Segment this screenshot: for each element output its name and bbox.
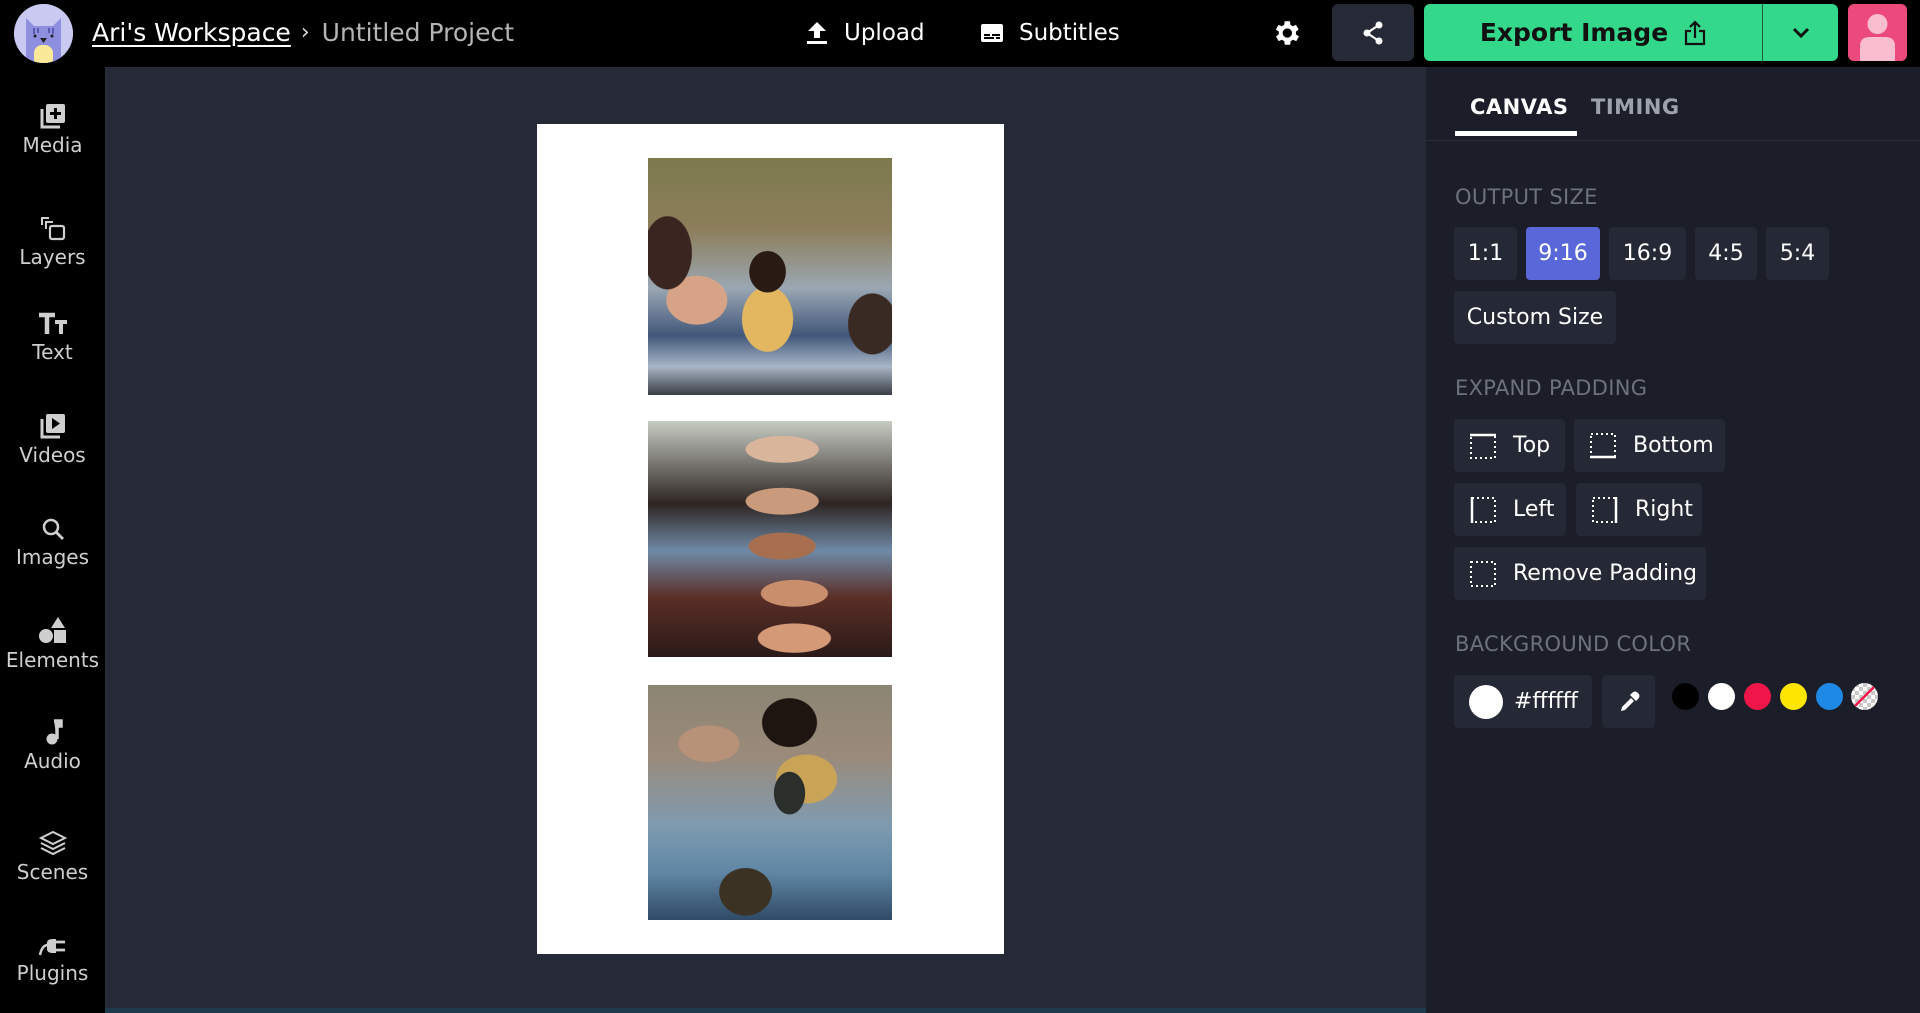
user-avatar[interactable] (1848, 4, 1907, 61)
output-size-label: OUTPUT SIZE (1455, 185, 1598, 209)
subtitles-label: Subtitles (1019, 20, 1120, 46)
sidebar-item-label: Elements (5, 648, 100, 672)
canvas-photo-1[interactable] (648, 158, 892, 395)
pad-top-label: Top (1513, 433, 1551, 458)
sidebar-item-layers[interactable]: Layers (0, 202, 105, 282)
panel-tabs: CANVAS TIMING (1426, 67, 1920, 141)
padding-none-icon (1470, 560, 1496, 587)
shapes-icon (38, 617, 66, 643)
remove-padding-label: Remove Padding (1513, 561, 1697, 586)
sidebar-item-label: Layers (19, 245, 86, 269)
export-share-icon (1685, 19, 1706, 45)
stack-icon (38, 830, 67, 856)
left-sidebar: Media Layers Text Videos Images Elements… (0, 67, 105, 1013)
tab-canvas[interactable]: CANVAS (1470, 95, 1568, 119)
pad-bottom-label: Bottom (1633, 433, 1714, 458)
share-button[interactable] (1332, 4, 1414, 61)
gear-icon (1275, 21, 1299, 45)
user-icon (1860, 14, 1895, 61)
upload-icon (807, 22, 827, 44)
export-label: Export Image (1479, 18, 1669, 47)
sidebar-item-label: Videos (19, 443, 86, 467)
sidebar-item-audio[interactable]: Audio (0, 706, 105, 786)
canvas-photo-3[interactable] (648, 685, 892, 920)
workspace-logo[interactable] (14, 4, 73, 63)
design-canvas[interactable] (537, 124, 1004, 954)
video-icon (40, 414, 65, 439)
swatch-transparent[interactable] (1851, 683, 1878, 710)
padding-top-icon (1470, 433, 1496, 459)
sidebar-item-label: Images (15, 545, 90, 569)
sidebar-item-images[interactable]: Images (0, 503, 105, 583)
padding-bottom-icon (1590, 432, 1616, 458)
swatch-black[interactable] (1672, 683, 1699, 710)
size-option-16-9[interactable]: 16:9 (1609, 227, 1686, 280)
share-icon (1363, 21, 1383, 44)
sidebar-item-videos[interactable]: Videos (0, 400, 105, 480)
timeline-edge (105, 1008, 1426, 1013)
pad-right-button[interactable]: Right (1576, 483, 1702, 536)
remove-padding-button[interactable]: Remove Padding (1454, 547, 1706, 600)
eyedropper-icon (1620, 691, 1639, 711)
pad-left-label: Left (1513, 497, 1555, 522)
text-icon (38, 312, 67, 334)
sidebar-item-label: Plugins (16, 961, 89, 985)
background-color-value: #ffffff (1514, 689, 1578, 714)
swatch-red[interactable] (1744, 683, 1771, 710)
current-color-swatch (1469, 684, 1503, 719)
export-options-dropdown[interactable] (1763, 4, 1838, 61)
padding-right-icon (1592, 496, 1618, 523)
canvas-photo-2[interactable] (648, 421, 892, 657)
sidebar-item-label: Media (22, 133, 83, 157)
pad-left-button[interactable]: Left (1454, 483, 1566, 536)
expand-padding-label: EXPAND PADDING (1455, 376, 1648, 400)
sidebar-item-plugins[interactable]: Plugins (0, 920, 105, 1000)
export-button-group: Export Image (1424, 4, 1838, 61)
sidebar-item-scenes[interactable]: Scenes (0, 817, 105, 897)
subtitles-icon (981, 24, 1003, 42)
pad-bottom-button[interactable]: Bottom (1574, 419, 1725, 472)
custom-size-button[interactable]: Custom Size (1454, 291, 1616, 344)
project-title[interactable]: Untitled Project (322, 14, 514, 52)
cat-logo-icon (14, 4, 73, 63)
no-color-slash-icon (1854, 686, 1875, 707)
active-tab-indicator (1455, 131, 1577, 136)
sidebar-item-label: Audio (24, 749, 81, 773)
properties-panel: CANVAS TIMING OUTPUT SIZE 1:1 9:16 16:9 … (1426, 67, 1920, 1013)
music-note-icon (46, 719, 63, 745)
swatch-white[interactable] (1708, 683, 1735, 710)
background-color-picker[interactable]: #ffffff (1454, 675, 1592, 728)
size-option-4-5[interactable]: 4:5 (1695, 227, 1757, 280)
subtitles-button[interactable]: Subtitles (981, 14, 1120, 52)
plug-icon (38, 939, 65, 956)
layers-icon (40, 217, 65, 241)
chevron-down-icon (1792, 27, 1809, 38)
sidebar-item-elements[interactable]: Elements (0, 604, 105, 684)
size-option-1-1[interactable]: 1:1 (1454, 227, 1517, 280)
breadcrumb: Ari's Workspace › Untitled Project (92, 14, 514, 52)
pad-top-button[interactable]: Top (1454, 419, 1565, 472)
upload-button[interactable]: Upload (806, 14, 925, 52)
size-option-5-4[interactable]: 5:4 (1766, 227, 1829, 280)
swatch-blue[interactable] (1816, 683, 1843, 710)
swatch-yellow[interactable] (1780, 683, 1807, 710)
eyedropper-button[interactable] (1602, 675, 1655, 728)
pad-right-label: Right (1635, 497, 1693, 522)
size-option-9-16[interactable]: 9:16 (1526, 227, 1600, 280)
tab-timing[interactable]: TIMING (1591, 95, 1680, 119)
settings-button[interactable] (1270, 17, 1302, 49)
breadcrumb-separator: › (300, 20, 310, 45)
sidebar-item-label: Scenes (16, 860, 89, 884)
sidebar-item-media[interactable]: Media (0, 90, 105, 170)
background-color-label: BACKGROUND COLOR (1455, 632, 1692, 656)
padding-left-icon (1470, 496, 1496, 523)
media-add-icon (40, 104, 65, 129)
sidebar-item-text[interactable]: Text (0, 298, 105, 378)
upload-label: Upload (844, 20, 925, 46)
search-icon (42, 518, 64, 540)
workspace-link[interactable]: Ari's Workspace (92, 14, 291, 52)
export-image-button[interactable]: Export Image (1424, 4, 1763, 61)
sidebar-item-label: Text (32, 340, 73, 364)
top-bar: Ari's Workspace › Untitled Project Uploa… (0, 0, 1920, 67)
